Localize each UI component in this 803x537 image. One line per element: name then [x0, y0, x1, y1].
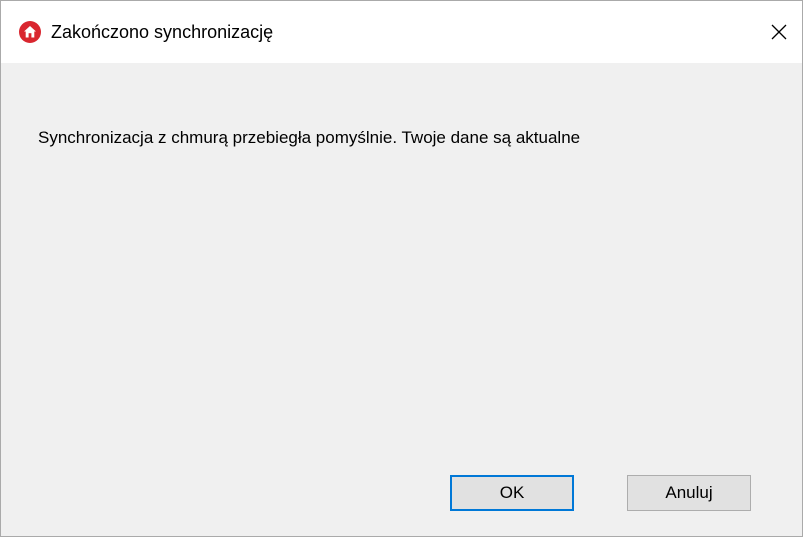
window-title: Zakończono synchronizację	[51, 22, 274, 42]
title-bar[interactable]: Zakończono synchronizację	[1, 1, 802, 63]
close-button[interactable]	[756, 1, 802, 63]
close-icon	[771, 24, 787, 40]
dialog-content: Synchronizacja z chmurą przebiegła pomyś…	[1, 63, 802, 536]
home-icon	[19, 21, 41, 43]
cancel-button[interactable]: Anuluj	[627, 475, 751, 511]
dialog-message: Synchronizacja z chmurą przebiegła pomyś…	[38, 128, 581, 147]
dialog-window: Zakończono synchronizację Synchronizacja…	[0, 0, 803, 537]
ok-button[interactable]: OK	[450, 475, 574, 511]
